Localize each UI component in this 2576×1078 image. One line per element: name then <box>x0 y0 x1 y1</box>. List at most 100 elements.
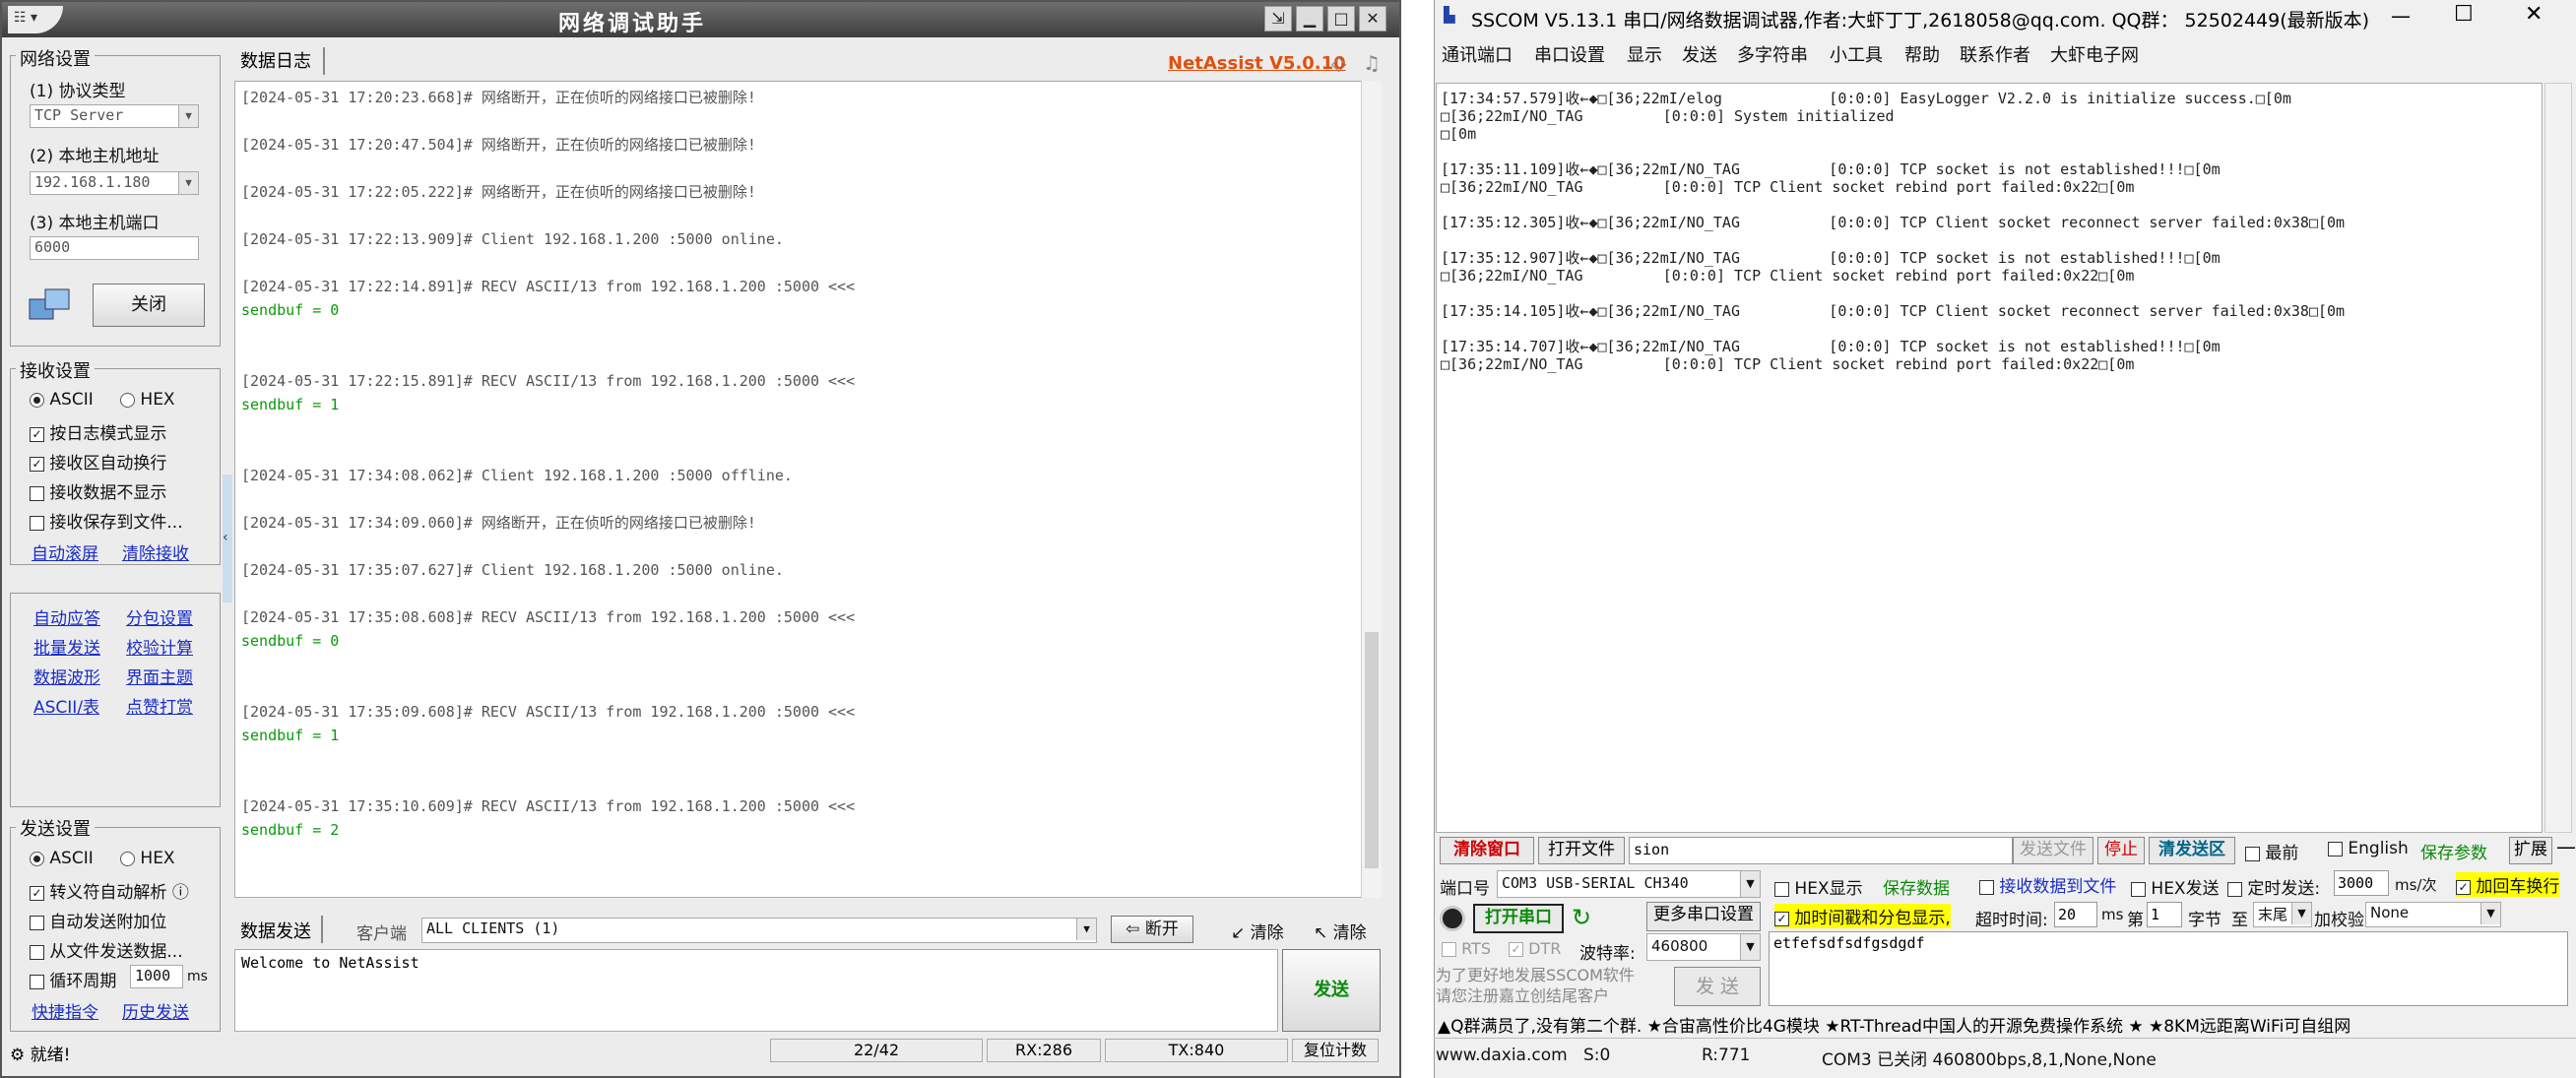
tail-select[interactable]: 末尾 ▼ <box>2253 902 2312 927</box>
crlf-checkbox[interactable]: ✓ 加回车换行 <box>2456 872 2560 897</box>
port-field[interactable]: 6000 <box>30 236 199 260</box>
reset-count-button[interactable]: 复位计数 <box>1292 1039 1379 1062</box>
site-link[interactable]: www.daxia.com <box>1436 1046 1568 1065</box>
pin-icon[interactable]: ⇲ <box>1264 6 1292 32</box>
open-port-button[interactable]: 打开串口 <box>1473 904 1564 933</box>
menu-item[interactable]: 帮助 <box>1904 41 1940 67</box>
client-select[interactable]: ALL CLIENTS (1) ▼ <box>421 918 1097 943</box>
recv-to-file-checkbox[interactable]: 接收数据到文件 <box>1979 872 2116 897</box>
clear-send-area-button[interactable]: 清发送区 <box>2149 837 2235 864</box>
scroll-thumb[interactable] <box>1365 632 1379 868</box>
host-select[interactable]: 192.168.1.180 ▼ <box>30 171 199 195</box>
diamond-icon[interactable]: ◇ <box>1331 51 1346 75</box>
clear-recv-link[interactable]: 清除接收 <box>122 539 189 564</box>
timed-send-checkbox[interactable]: 定时发送: <box>2227 874 2320 899</box>
recv-option[interactable]: ✓ 接收区自动换行 <box>30 449 166 474</box>
expand-button[interactable]: 扩展 <box>2509 837 2552 864</box>
chevron-left-icon[interactable]: ‹ <box>223 530 228 545</box>
send-hex-radio[interactable]: HEX <box>120 849 175 868</box>
open-file-button[interactable]: 打开文件 <box>1538 837 1625 864</box>
collapse-icon[interactable]: — <box>2556 835 2576 858</box>
send-option[interactable]: 自动发送附加位 <box>30 908 166 932</box>
client-label: 客户端 <box>356 924 407 944</box>
send-button[interactable]: 发送 <box>1282 949 1381 1032</box>
menu-item[interactable]: 发送 <box>1682 41 1717 67</box>
period-field[interactable]: 1000 <box>130 965 183 988</box>
timestamp-checkbox[interactable]: ✓ 加时间戳和分包显示, <box>1774 904 1951 928</box>
auto-scroll-link[interactable]: 自动滚屏 <box>32 539 98 564</box>
hex-send-checkbox[interactable]: HEX发送 <box>2131 874 2220 899</box>
recv-hex-radio[interactable]: HEX <box>120 390 175 410</box>
refresh-icon[interactable]: ↻ <box>1572 904 1591 931</box>
maximize-button[interactable]: ☐ <box>2454 2 2474 27</box>
english-checkbox[interactable]: English <box>2328 839 2409 858</box>
log-scrollbar[interactable] <box>1361 81 1382 898</box>
ticker[interactable]: ▲Q群满员了,没有第二个群. ★合宙高性价比4G模块 ★RT-Thread中国人… <box>1438 1012 2351 1037</box>
close-connection-button[interactable]: 关闭 <box>93 284 205 327</box>
topmost-checkbox[interactable]: 最前 <box>2245 839 2298 863</box>
hex-display-checkbox[interactable]: HEX显示 <box>1774 874 1863 899</box>
minimize-button[interactable]: ▁ <box>1296 6 1323 32</box>
maximize-button[interactable]: □ <box>1327 6 1355 32</box>
send-button[interactable]: 发 送 <box>1674 967 1761 1006</box>
send-ascii-radio[interactable]: ASCII <box>30 849 94 868</box>
tool-link[interactable]: 界面主题 <box>126 664 193 688</box>
file-path-field[interactable]: sion <box>1629 837 2013 864</box>
send-option[interactable]: 从文件发送数据... <box>30 937 183 962</box>
send-input[interactable]: etfefsdfsdfgsdgdf <box>1769 931 2568 1006</box>
dtr-checkbox[interactable]: ✓ DTR <box>1509 939 1561 958</box>
save-params-button[interactable]: 保存参数 <box>2420 839 2487 863</box>
brand-link[interactable]: NetAssist V5.0.10 <box>1168 53 1346 74</box>
send-option[interactable]: ✓ 转义符自动解析 ⓘ <box>30 878 189 903</box>
menu-item[interactable]: 通讯端口 <box>1442 41 1513 67</box>
tool-link[interactable]: 批量发送 <box>33 634 100 659</box>
stop-button[interactable]: 停止 <box>2097 837 2145 864</box>
more-port-settings-button[interactable]: 更多串口设置 <box>1646 902 1761 931</box>
promo-text[interactable]: 为了更好地发展SSCOM软件 请您注册嘉立创结尾客户 <box>1436 965 1635 1006</box>
send-file-button[interactable]: 发送文件 <box>2013 837 2093 864</box>
serial-terminal[interactable]: [17:34:57.579]收←◆□[36;22mI/elog [0:0:0] … <box>1436 83 2543 833</box>
recv-ascii-radio[interactable]: ASCII <box>30 390 94 410</box>
clear-all-button[interactable]: ↖ 清除 <box>1314 919 1367 943</box>
timed-interval-field[interactable]: 3000 <box>2334 870 2389 896</box>
protocol-select[interactable]: TCP Server ▼ <box>30 104 199 128</box>
tool-link[interactable]: 校验计算 <box>126 634 193 659</box>
quick-cmd-link[interactable]: 快捷指令 <box>32 998 98 1023</box>
log-tab[interactable]: 数据日志 <box>240 47 311 73</box>
save-data-button[interactable]: 保存数据 <box>1883 874 1950 899</box>
receive-log[interactable]: [2024-05-31 17:20:23.668]# 网络断开，正在侦听的网络接… <box>234 81 1382 898</box>
menu-item[interactable]: 多字符串 <box>1737 41 1808 67</box>
clear-send-button[interactable]: ↙ 清除 <box>1231 919 1284 943</box>
minimize-button[interactable]: — <box>2391 4 2411 28</box>
baud-select[interactable]: 460800 ▼ <box>1646 933 1761 961</box>
bell-icon[interactable]: ♫ <box>1363 51 1381 75</box>
close-button[interactable]: ✕ <box>1359 6 1386 32</box>
send-tab[interactable]: 数据发送 <box>240 918 311 943</box>
nth-field[interactable]: 1 <box>2147 902 2182 927</box>
tool-link[interactable]: ASCII/表 <box>33 693 99 718</box>
checksum-select[interactable]: None ▼ <box>2365 902 2501 927</box>
close-button[interactable]: ✕ <box>2525 2 2543 27</box>
menu-item[interactable]: 联系作者 <box>1960 41 2030 67</box>
menu-item[interactable]: 小工具 <box>1830 41 1883 67</box>
port-select[interactable]: COM3 USB-SERIAL CH340 ▼ <box>1497 870 1761 898</box>
menu-item[interactable]: 大虾电子网 <box>2050 41 2139 67</box>
clear-window-button[interactable]: 清除窗口 <box>1440 837 1534 864</box>
menu-item[interactable]: 串口设置 <box>1534 41 1605 67</box>
tool-link[interactable]: 数据波形 <box>33 664 100 688</box>
send-input[interactable]: Welcome to NetAssist <box>234 949 1278 1032</box>
rts-checkbox[interactable]: RTS <box>1442 939 1491 958</box>
menu-item[interactable]: 显示 <box>1627 41 1662 67</box>
terminal-scrollbar[interactable] <box>2544 83 2572 833</box>
recv-option[interactable]: 接收数据不显示 <box>30 478 166 503</box>
history-send-link[interactable]: 历史发送 <box>122 998 189 1023</box>
recv-option[interactable]: ✓ 按日志模式显示 <box>30 419 166 444</box>
send-option[interactable]: 循环周期 <box>30 967 116 991</box>
tool-link[interactable]: 自动应答 <box>33 604 100 629</box>
disconnect-button[interactable]: ⇦ 断开 <box>1111 916 1193 943</box>
tool-link[interactable]: 分包设置 <box>126 604 193 629</box>
timeout-field[interactable]: 20 <box>2054 902 2097 927</box>
recv-option[interactable]: 接收保存到文件... <box>30 508 183 533</box>
tool-link[interactable]: 点赞打赏 <box>126 693 193 718</box>
